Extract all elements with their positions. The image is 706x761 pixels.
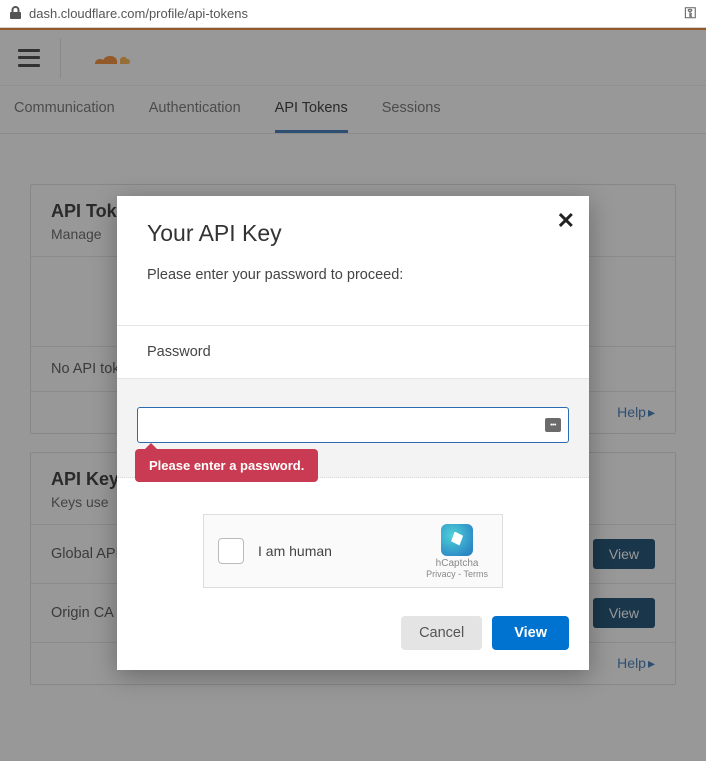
password-manager-icon[interactable] [545, 418, 561, 432]
hcaptcha-widget: I am human hCaptcha Privacy - Terms [203, 514, 503, 588]
modal-overlay[interactable]: ✕ Your API Key Please enter your passwor… [0, 28, 706, 761]
key-icon: ⚿ [685, 5, 696, 22]
error-tooltip: Please enter a password. [135, 449, 318, 482]
password-section: Please enter a password. [117, 378, 589, 478]
modal-prompt: Please enter your password to proceed: [147, 267, 559, 283]
modal-footer: Cancel View [117, 602, 589, 670]
modal-title: Your API Key [147, 220, 559, 247]
password-input[interactable] [137, 407, 569, 443]
password-label: Password [117, 326, 589, 378]
lock-icon [10, 6, 21, 22]
captcha-brand: hCaptcha Privacy - Terms [426, 524, 488, 579]
captcha-section: I am human hCaptcha Privacy - Terms [117, 478, 589, 602]
url-text: dash.cloudflare.com/profile/api-tokens [29, 6, 248, 21]
captcha-label: I am human [258, 543, 426, 559]
cancel-button[interactable]: Cancel [401, 616, 482, 650]
hcaptcha-icon [441, 524, 473, 556]
close-icon[interactable]: ✕ [557, 208, 575, 234]
view-button[interactable]: View [492, 616, 569, 650]
browser-url-bar: dash.cloudflare.com/profile/api-tokens ⚿ [0, 0, 706, 28]
captcha-links[interactable]: Privacy - Terms [426, 569, 488, 579]
api-key-modal: ✕ Your API Key Please enter your passwor… [117, 196, 589, 670]
captcha-checkbox[interactable] [218, 538, 244, 564]
